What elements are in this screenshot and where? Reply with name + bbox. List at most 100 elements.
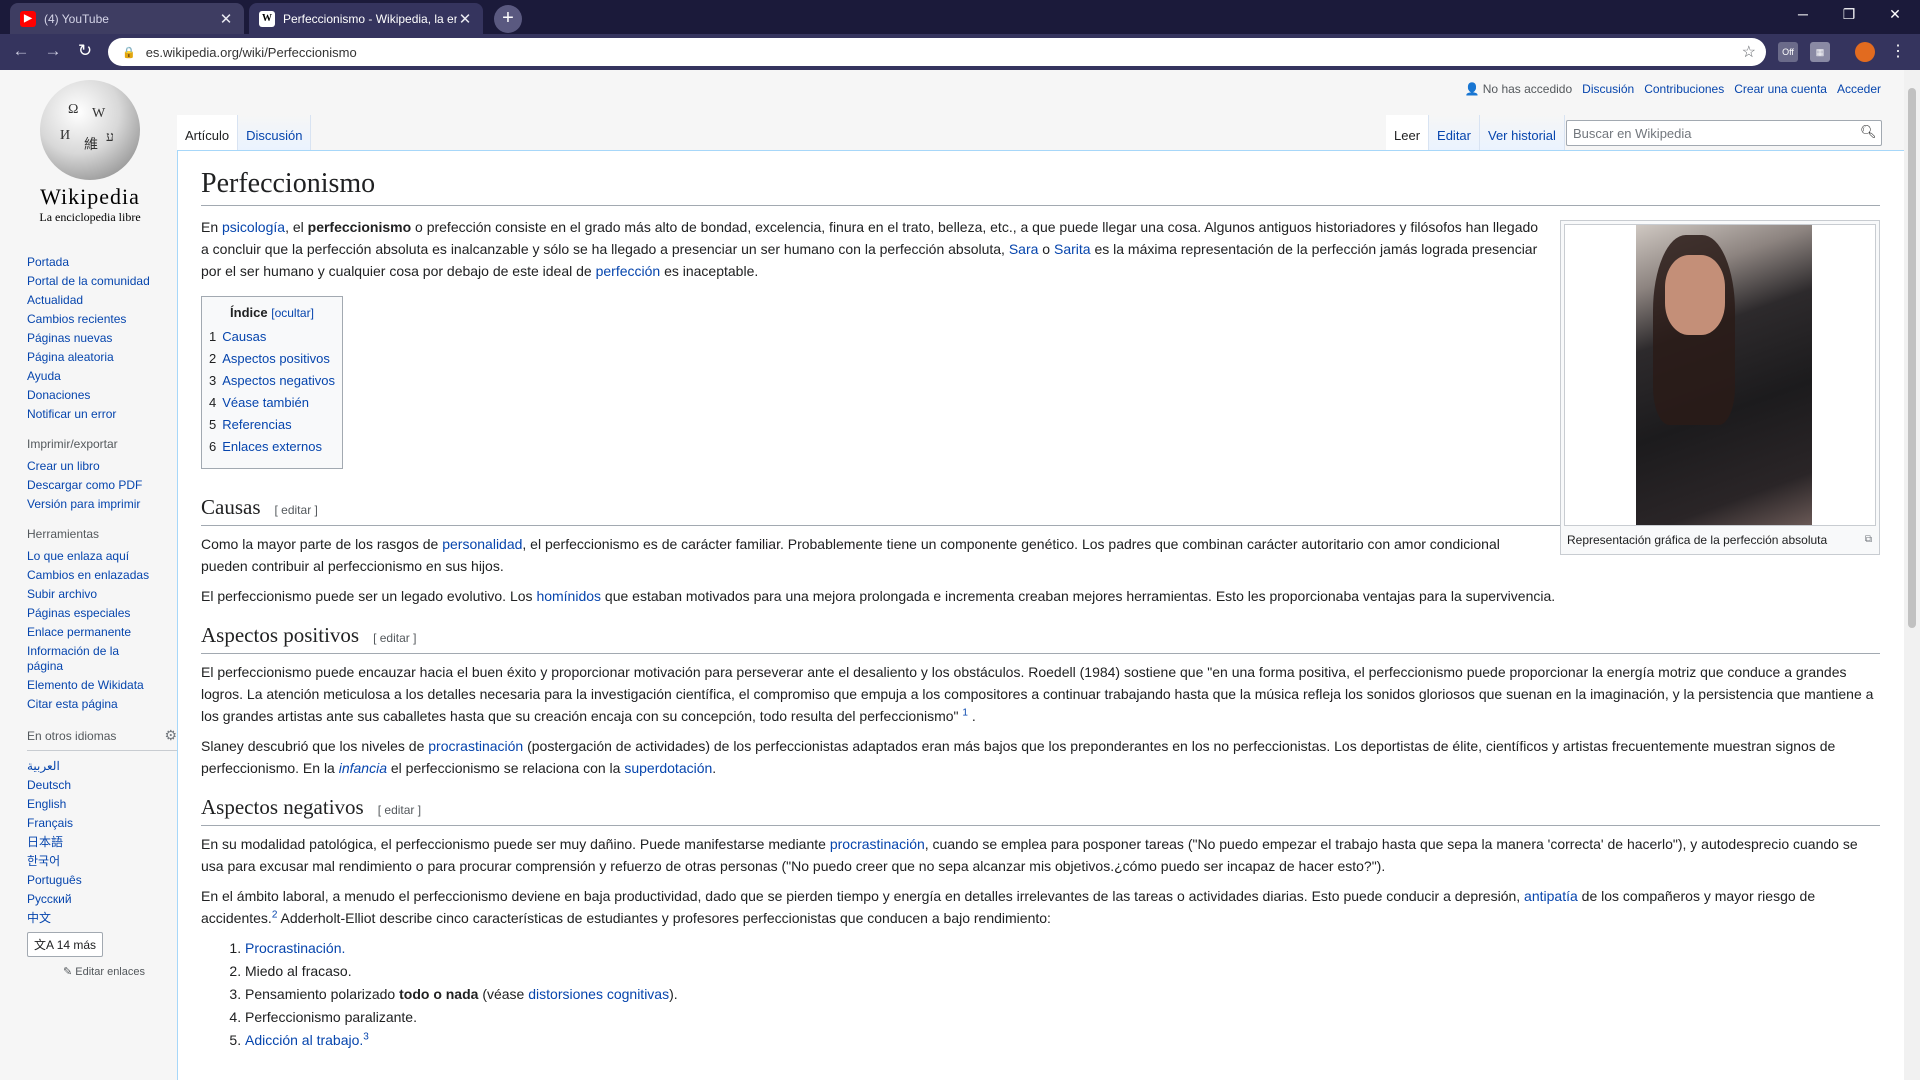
contributions-link[interactable]: Contribuciones [1644,82,1724,96]
gear-icon[interactable]: ⚙ [164,727,177,744]
link-superdotacion[interactable]: superdotación [624,760,712,776]
extension-icon[interactable]: Off [1778,42,1798,62]
forward-icon[interactable]: → [40,40,66,64]
reload-icon[interactable]: ↻ [72,40,98,64]
thumbnail-figure: Representación gráfica de la perfección … [1560,220,1880,555]
lang-link[interactable]: Français [27,816,177,831]
sidebar-item-download-pdf[interactable]: Descargar como PDF [27,478,177,493]
lang-link[interactable]: Português [27,873,177,888]
sidebar-item-permalink[interactable]: Enlace permanente [27,625,177,640]
edit-section-link[interactable]: [ editar ] [378,803,421,817]
sidebar-item-page-info[interactable]: Información de la página [27,644,137,674]
edit-section-link[interactable]: [ editar ] [275,503,318,517]
search-icon[interactable]: 🔍︎ [1860,124,1877,140]
user-status: 👤 No has accedido [1464,82,1573,96]
sidebar-item-print-version[interactable]: Versión para imprimir [27,497,177,512]
enlarge-icon[interactable]: ⧉ [1865,532,1872,548]
languages-heading: En otros idiomas ⚙ [27,727,177,751]
thumbnail-image[interactable] [1564,224,1876,526]
sidebar-item-current-events[interactable]: Actualidad [27,293,177,308]
sidebar-item-random[interactable]: Página aleatoria [27,350,177,365]
link-infancia[interactable]: infancia [339,760,387,776]
toc-item[interactable]: 2 Aspectos positivos [209,350,335,368]
link-personalidad[interactable]: personalidad [442,536,522,552]
sidebar-item-new-pages[interactable]: Páginas nuevas [27,331,177,346]
tab-read[interactable]: Leer [1386,115,1430,151]
sidebar-item-help[interactable]: Ayuda [27,369,177,384]
sidebar-item-what-links-here[interactable]: Lo que enlaza aquí [27,549,177,564]
close-window-icon[interactable]: ✕ [1872,0,1918,30]
minimize-window-icon[interactable]: ─ [1780,0,1826,30]
menu-icon[interactable]: ⋮ [1890,40,1906,64]
list-item: Procrastinación. [245,937,1880,959]
sidebar-item-create-book[interactable]: Crear un libro [27,459,177,474]
sidebar-item-main-page[interactable]: Portada [27,255,177,270]
namespace-tabs: Artículo Discusión [177,115,312,151]
link-perfeccion[interactable]: perfección [596,263,661,279]
toc-toggle[interactable]: [ocultar] [271,306,314,320]
tab-wikipedia[interactable]: W Perfeccionismo - Wikipedia, la en ✕ [249,3,483,34]
lang-link[interactable]: English [27,797,177,812]
lang-link[interactable]: 한국어 [27,854,177,869]
link-psicologia[interactable]: psicología [222,219,285,235]
edit-section-link[interactable]: [ editar ] [373,631,416,645]
lang-link[interactable]: Deutsch [27,778,177,793]
sidebar-item-special-pages[interactable]: Páginas especiales [27,606,177,621]
tab-article[interactable]: Artículo [177,115,239,151]
tab-discussion[interactable]: Discusión [238,115,312,151]
restore-window-icon[interactable]: ❐ [1826,0,1872,30]
bookmark-star-icon[interactable]: ☆ [1742,42,1756,62]
page-scrollbar[interactable] [1904,70,1920,1080]
reference-link[interactable]: 3 [363,1031,369,1042]
sidebar-item-donate[interactable]: Donaciones [27,388,177,403]
search-input[interactable] [1566,120,1882,146]
link-procrastinacion[interactable]: Procrastinación. [245,940,345,956]
edit-links-link[interactable]: ✎ Editar enlaces [63,965,177,978]
sidebar-item-upload[interactable]: Subir archivo [27,587,177,602]
print-portal: Imprimir/exportar Crear un libro Descarg… [27,437,177,512]
sidebar-item-related-changes[interactable]: Cambios en enlazadas [27,568,177,583]
toc-item[interactable]: 4 Véase también [209,394,335,412]
profile-avatar[interactable] [1855,42,1875,62]
lang-link[interactable]: 中文 [27,911,177,926]
link-sarita[interactable]: Sarita [1054,241,1091,257]
lang-link[interactable]: Русский [27,892,177,907]
wikipedia-logo[interactable]: Ω W И 維 ע Wikipedia La enciclopedia libr… [10,80,170,240]
create-account-link[interactable]: Crear una cuenta [1734,82,1827,96]
sidebar-item-cite[interactable]: Citar esta página [27,697,177,712]
sidebar-item-community[interactable]: Portal de la comunidad [27,274,177,289]
toc-item[interactable]: 6 Enlaces externos [209,438,335,456]
toc-item[interactable]: 3 Aspectos negativos [209,372,335,390]
address-bar[interactable]: 🔒 es.wikipedia.org/wiki/Perfeccionismo ☆ [108,38,1766,66]
link-sara[interactable]: Sara [1009,241,1039,257]
extension-icon[interactable]: ▦ [1810,42,1830,62]
lang-link[interactable]: العربية [27,759,177,774]
sidebar-item-wikidata[interactable]: Elemento de Wikidata [27,678,177,693]
talk-link[interactable]: Discusión [1582,82,1634,96]
tab-edit[interactable]: Editar [1429,115,1480,151]
sidebar-item-recent-changes[interactable]: Cambios recientes [27,312,177,327]
list-item: Miedo al fracaso. [245,960,1880,982]
tab-history[interactable]: Ver historial [1480,115,1565,151]
close-tab-icon[interactable]: ✕ [218,10,234,28]
toc-item[interactable]: 5 Referencias [209,416,335,434]
tab-youtube[interactable]: ▶ (4) YouTube ✕ [10,3,244,34]
link-distorsiones[interactable]: distorsiones cognitivas [528,986,669,1002]
link-adiccion-trabajo[interactable]: Adicción al trabajo. [245,1032,363,1048]
link-procrastinacion[interactable]: procrastinación [830,836,925,852]
sidebar-item-report-error[interactable]: Notificar un error [27,407,177,422]
list-item: Adicción al trabajo.3 [245,1029,1880,1051]
link-antipatia[interactable]: antipatía [1524,888,1578,904]
scrollbar-thumb[interactable] [1908,88,1916,628]
link-procrastinacion[interactable]: procrastinación [428,738,523,754]
login-link[interactable]: Acceder [1837,82,1881,96]
more-languages-button[interactable]: 文A 14 más [27,932,104,957]
tab-title: (4) YouTube [44,11,109,26]
close-tab-icon[interactable]: ✕ [457,10,473,28]
back-icon[interactable]: ← [8,40,34,64]
toc-item[interactable]: 1 Causas [209,328,335,346]
new-tab-button[interactable]: + [494,5,522,33]
link-hominidos[interactable]: homínidos [536,588,601,604]
print-heading: Imprimir/exportar [27,437,118,451]
lang-link[interactable]: 日本語 [27,835,177,850]
